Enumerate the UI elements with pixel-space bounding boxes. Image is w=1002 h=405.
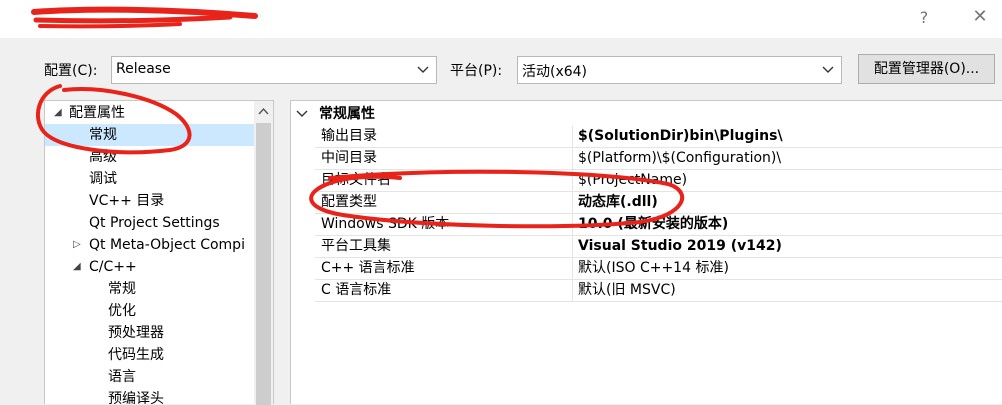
section-title: 常规属性 [319,106,375,122]
property-value[interactable]: 默认(ISO C++14 标准) [578,258,729,279]
tree-item-optimization[interactable]: 优化 [108,300,136,322]
tree-item-config-properties[interactable]: 配置属性 [69,102,125,124]
property-value[interactable]: 10.0 (最新安装的版本) [578,214,728,235]
tree-scrollbar[interactable] [254,101,273,405]
property-name: 输出目录 [321,128,377,144]
configuration-manager-button[interactable]: 配置管理器(O)... [858,54,995,84]
tree-item-qt-meta-object-compiler[interactable]: Qt Meta-Object Compi [89,234,245,256]
property-value[interactable]: Visual Studio 2019 (v142) [578,236,782,257]
collapse-icon[interactable]: ◢ [73,261,81,272]
title-bar: ? ✕ [0,0,1002,38]
platform-dropdown-value: 活动(x64) [522,64,588,80]
platform-label: 平台(P): [450,63,503,79]
property-name: C 语言标准 [321,282,392,298]
property-row[interactable]: 目标文件名 $(ProjectName) [315,170,1002,192]
chevron-down-icon[interactable] [296,103,308,125]
config-dropdown-value: Release [116,61,171,77]
property-name: Windows SDK 版本 [321,216,450,232]
tree-item-code-generation[interactable]: 代码生成 [108,344,164,366]
tree-item-qt-project-settings[interactable]: Qt Project Settings [89,212,220,234]
close-button[interactable]: ✕ [968,6,992,27]
tree-item-general[interactable]: 常规 [45,124,255,146]
platform-dropdown[interactable]: 活动(x64) [517,56,842,84]
property-row[interactable]: C++ 语言标准 默认(ISO C++14 标准) [315,258,1002,280]
property-row[interactable]: 配置类型 动态库(.dll) [315,192,1002,214]
property-row[interactable]: Windows SDK 版本 10.0 (最新安装的版本) [315,214,1002,236]
property-tree[interactable]: ◢ 配置属性 常规 高级 调试 VC++ 目录 Qt Project Setti… [44,100,274,404]
scroll-up-icon[interactable] [258,107,269,115]
config-dropdown[interactable]: Release [111,56,437,84]
property-name: 目标文件名 [321,172,391,188]
property-name: 中间目录 [321,150,377,166]
help-button[interactable]: ? [912,8,936,27]
tree-item-advanced[interactable]: 高级 [89,146,117,168]
tree-item-vc-directories[interactable]: VC++ 目录 [89,190,164,212]
collapse-icon[interactable]: ◢ [54,107,62,118]
redacted-title-scribble [31,6,258,29]
property-grid: 常规属性 输出目录 $(SolutionDir)bin\Plugins\ 中间目… [290,100,1002,404]
tree-item-cpp-general[interactable]: 常规 [108,278,136,300]
property-row[interactable]: 中间目录 $(Platform)\$(Configuration)\ [315,148,1002,170]
tree-item-language[interactable]: 语言 [108,366,136,388]
tree-item-c-cpp[interactable]: C/C++ [89,256,137,278]
tree-item-debugging[interactable]: 调试 [89,168,117,190]
tree-item-precompiled-headers[interactable]: 预编译头 [108,388,164,404]
tree-item-preprocessor[interactable]: 预处理器 [108,322,164,344]
property-value[interactable]: 动态库(.dll) [578,192,658,213]
config-label: 配置(C): [44,63,98,79]
property-row[interactable]: 输出目录 $(SolutionDir)bin\Plugins\ [315,126,1002,148]
property-value[interactable]: 默认(旧 MSVC) [578,280,676,301]
scrollbar-thumb[interactable] [256,123,271,405]
chevron-down-icon [417,66,429,73]
property-value[interactable]: $(SolutionDir)bin\Plugins\ [578,126,783,147]
property-row[interactable]: 平台工具集 Visual Studio 2019 (v142) [315,236,1002,258]
property-value[interactable]: $(Platform)\$(Configuration)\ [578,148,781,169]
property-name: 配置类型 [321,194,377,210]
section-header[interactable]: 常规属性 [291,103,1002,125]
property-value[interactable]: $(ProjectName) [578,170,687,191]
property-name: 平台工具集 [321,238,391,254]
property-row[interactable]: C 语言标准 默认(旧 MSVC) [315,280,1002,302]
expand-icon[interactable]: ▷ [73,239,81,250]
property-name: C++ 语言标准 [321,260,415,276]
chevron-down-icon [822,66,834,73]
